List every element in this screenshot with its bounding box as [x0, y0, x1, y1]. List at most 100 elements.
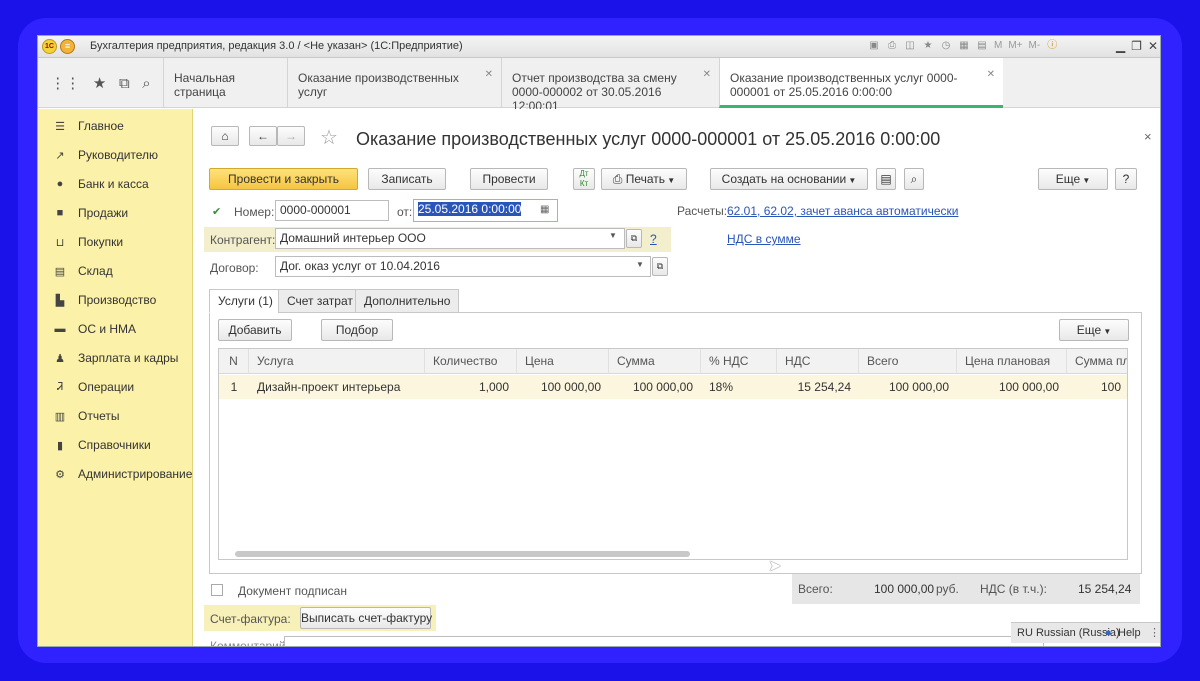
- home-button[interactable]: ⌂: [211, 126, 239, 146]
- preview-icon[interactable]: ◫: [902, 38, 918, 54]
- help-button[interactable]: ?: [1115, 168, 1137, 190]
- forward-button[interactable]: →: [277, 126, 305, 146]
- sidebar-item-catalogs[interactable]: ▮ Справочники: [52, 436, 151, 454]
- warehouse-icon: ▤: [54, 265, 66, 278]
- sidebar-item-purchases[interactable]: ⊔ Покупки: [52, 233, 123, 251]
- add-row-button[interactable]: Добавить: [218, 319, 292, 341]
- grid-more-button[interactable]: Еще ▼: [1059, 319, 1129, 341]
- column-header[interactable]: N: [219, 349, 249, 374]
- main-menu-button[interactable]: ≡: [60, 39, 75, 54]
- document-icon[interactable]: ▤: [876, 168, 896, 190]
- memory-button[interactable]: M: [992, 38, 1004, 54]
- book-icon: ▮: [56, 439, 64, 452]
- column-header[interactable]: Всего: [859, 349, 957, 374]
- memory-plus-button[interactable]: M+: [1006, 38, 1024, 54]
- favorites-star-icon[interactable]: ★: [93, 74, 106, 92]
- close-tab-icon[interactable]: ✕: [485, 68, 493, 82]
- sidebar-item-sales[interactable]: ■ Продажи: [52, 204, 128, 222]
- more-button[interactable]: Еще ▼: [1038, 168, 1108, 190]
- column-header[interactable]: Услуга: [249, 349, 425, 374]
- sidebar-item-label: Справочники: [78, 438, 151, 452]
- tab-production-report[interactable]: Отчет производства за смену 0000-000002 …: [501, 58, 719, 113]
- contract-field[interactable]: Дог. оказ услуг от 10.04.2016: [275, 256, 651, 277]
- attachment-icon[interactable]: ⌕: [904, 168, 924, 190]
- sidebar: ☰ Главное ↗ Руководителю ● Банк и касса ■ Пр…: [38, 109, 193, 646]
- column-header[interactable]: Сумма пла: [1067, 349, 1127, 374]
- calculator-icon[interactable]: ▤: [974, 38, 990, 54]
- close-tab-icon[interactable]: ✕: [703, 68, 711, 82]
- table-cell: 100 000,00: [888, 380, 949, 394]
- tab-home[interactable]: Начальная страница: [163, 58, 287, 108]
- column-header[interactable]: НДС: [777, 349, 859, 374]
- restore-icon[interactable]: ❐: [1131, 38, 1142, 54]
- close-icon[interactable]: ×: [1144, 129, 1152, 144]
- table-cell: Дизайн-проект интерьера: [257, 380, 401, 394]
- sidebar-item-main[interactable]: ☰ Главное: [52, 117, 124, 135]
- sidebar-item-bank[interactable]: ● Банк и касса: [52, 175, 149, 193]
- tab-services-list[interactable]: Услуги (1): [209, 289, 282, 313]
- chevron-down-icon[interactable]: ▼: [609, 231, 617, 240]
- sidebar-item-label: Склад: [78, 264, 113, 278]
- open-counterparty-button[interactable]: ⧉: [626, 229, 642, 248]
- memory-minus-button[interactable]: M-: [1027, 38, 1043, 54]
- help-link[interactable]: Help: [1118, 623, 1141, 643]
- options-icon[interactable]: ⋮: [1149, 623, 1160, 643]
- print-button[interactable]: ⎙ Печать ▼: [601, 168, 687, 190]
- history-icon[interactable]: ⧉: [119, 75, 130, 92]
- sidebar-item-payroll[interactable]: ♟ Зарплата и кадры: [52, 349, 178, 367]
- column-header[interactable]: Количество: [425, 349, 517, 374]
- sidebar-item-warehouse[interactable]: ▤ Склад: [52, 262, 113, 280]
- settlements-link[interactable]: 62.01, 62.02, зачет аванса автоматически: [727, 204, 958, 218]
- post-button[interactable]: Провести: [470, 168, 548, 190]
- save-icon[interactable]: ▣: [866, 38, 882, 54]
- open-contract-button[interactable]: ⧉: [652, 257, 668, 276]
- chevron-down-icon[interactable]: ▼: [636, 260, 644, 269]
- counterparty-help-link[interactable]: ?: [650, 232, 657, 246]
- signed-checkbox[interactable]: [211, 584, 223, 596]
- number-field[interactable]: 0000-000001: [275, 200, 389, 221]
- search-icon[interactable]: ⌕: [142, 75, 150, 92]
- print-icon[interactable]: ⎙: [884, 38, 900, 54]
- currency-label: руб.: [936, 582, 959, 596]
- bag-icon: ■: [56, 207, 64, 219]
- horizontal-scrollbar[interactable]: [235, 551, 690, 557]
- table-row[interactable]: 1 Дизайн-проект интерьера 1,000 100 000,…: [219, 375, 1127, 399]
- tab-services[interactable]: Оказание производственных услуг ✕: [287, 58, 501, 108]
- sidebar-item-assets[interactable]: ▬ ОС и НМА: [52, 320, 137, 338]
- comment-field[interactable]: [284, 636, 1044, 646]
- sidebar-item-manager[interactable]: ↗ Руководителю: [52, 146, 158, 164]
- sidebar-item-operations[interactable]: Ꮨ Операции: [52, 378, 134, 396]
- save-button[interactable]: Записать: [368, 168, 446, 190]
- apps-grid-icon[interactable]: ⋮⋮: [50, 74, 80, 92]
- sidebar-item-production[interactable]: ▙ Производство: [52, 291, 156, 309]
- post-and-close-button[interactable]: Провести и закрыть: [209, 168, 358, 190]
- back-button[interactable]: ←: [249, 126, 277, 146]
- counterparty-field[interactable]: Домашний интерьер ООО: [275, 228, 625, 249]
- calendar-icon[interactable]: ▦: [540, 204, 549, 215]
- calendar-icon[interactable]: ▦: [956, 38, 972, 54]
- column-header[interactable]: % НДС: [701, 349, 777, 374]
- sidebar-item-reports[interactable]: ▥ Отчеты: [52, 407, 120, 425]
- create-based-on-button[interactable]: Создать на основании ▼: [710, 168, 868, 190]
- sidebar-item-admin[interactable]: ⚙ Администрирование: [52, 465, 192, 483]
- tab-current-document[interactable]: Оказание производственных услуг 0000-000…: [719, 58, 1003, 108]
- services-table[interactable]: N Услуга Количество Цена Сумма % НДС НДС…: [218, 348, 1128, 560]
- pick-button[interactable]: Подбор: [321, 319, 393, 341]
- tab-additional[interactable]: Дополнительно: [355, 289, 460, 313]
- close-tab-icon[interactable]: ✕: [987, 68, 995, 82]
- vat-total-value: 15 254,24: [1078, 582, 1132, 596]
- date-field[interactable]: 25.05.2016 0:00:00: [413, 199, 558, 222]
- history-icon[interactable]: ◷: [938, 38, 954, 54]
- close-icon[interactable]: ✕: [1148, 38, 1158, 54]
- favorite-star-icon[interactable]: ☆: [320, 125, 338, 150]
- favorite-icon[interactable]: ★: [920, 38, 936, 54]
- create-invoice-button[interactable]: Выписать счет-фактуру: [300, 607, 432, 629]
- minimize-icon[interactable]: ▁: [1116, 38, 1125, 54]
- column-header[interactable]: Цена плановая: [957, 349, 1067, 374]
- vat-mode-link[interactable]: НДС в сумме: [727, 232, 801, 246]
- tab-cost-account[interactable]: Счет затрат: [278, 289, 362, 313]
- column-header[interactable]: Сумма: [609, 349, 701, 374]
- column-header[interactable]: Цена: [517, 349, 609, 374]
- debit-credit-icon[interactable]: Дт Кт: [573, 168, 595, 190]
- info-icon[interactable]: ⓘ: [1044, 38, 1060, 54]
